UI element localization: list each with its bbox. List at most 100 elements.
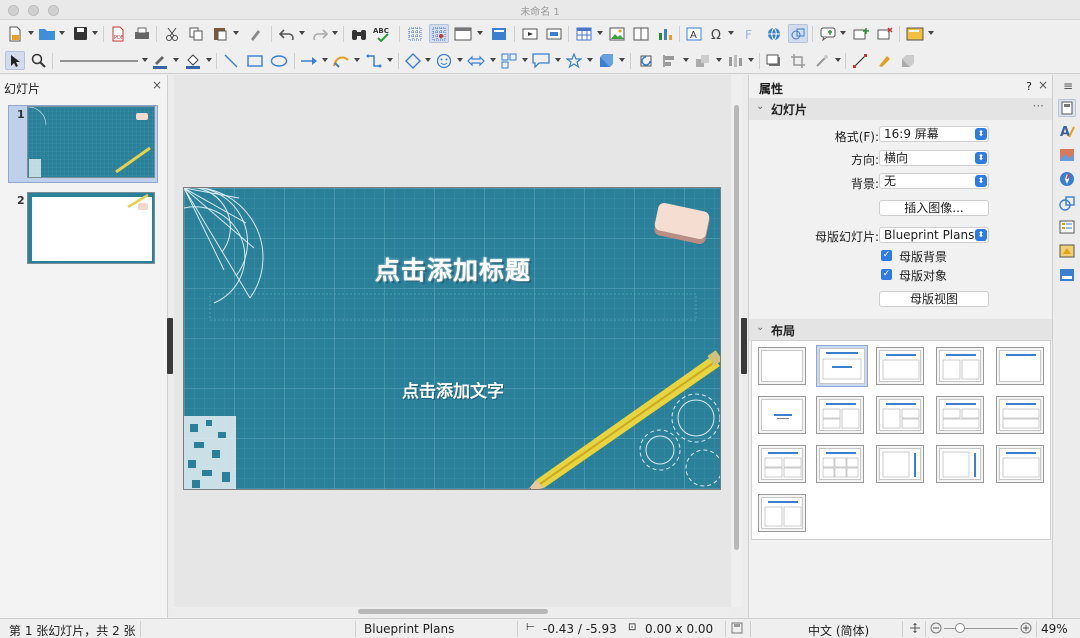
styles-deck-icon[interactable]: A [1058,122,1076,140]
sidebar-collapse-handle[interactable] [741,318,747,374]
fill-color-icon[interactable] [183,51,203,70]
gallery-deck-icon[interactable] [1058,146,1076,164]
language-status[interactable]: 中文 (简体) [808,622,869,638]
flowchart-icon[interactable] [499,51,519,70]
save-icon[interactable] [70,24,90,43]
arrange-icon[interactable] [693,51,713,70]
layout-section-header[interactable]: ⌄ 布局 [749,319,1052,341]
master-slide-select[interactable]: Blueprint Plans ⬍ [879,227,989,243]
start-from-current-icon[interactable] [544,24,564,43]
toggle-extrusion-icon[interactable] [898,51,918,70]
background-select[interactable]: 无 ⬍ [879,173,989,189]
curve-dropdown-icon[interactable] [354,58,360,62]
filter-dropdown-icon[interactable] [835,58,841,62]
deck-menu-icon[interactable]: ≡ [1059,77,1077,95]
clone-formatting-icon[interactable] [245,24,265,43]
new-document-icon[interactable] [5,24,25,43]
arrow-dropdown-icon[interactable] [322,58,328,62]
zoom-slider-thumb[interactable] [955,623,965,633]
slide-thumbnail-1-preview[interactable] [27,106,155,178]
align-dropdown-icon[interactable] [683,58,689,62]
insert-table-icon[interactable] [574,24,594,43]
arrow-line-icon[interactable] [299,51,319,70]
save-dropdown-icon[interactable] [92,31,98,35]
vertical-scroll-thumb[interactable] [734,105,739,550]
arrange-dropdown-icon[interactable] [716,58,722,62]
help-icon[interactable]: ? [1026,80,1032,93]
line-tool-icon[interactable] [221,51,241,70]
rectangle-tool-icon[interactable] [245,51,265,70]
layout-title-2content-content[interactable] [816,396,864,434]
export-pdf-icon[interactable]: PDF [108,24,128,43]
symbol-shapes-icon[interactable] [434,51,454,70]
filter-icon[interactable] [812,51,832,70]
line-color-dropdown-icon[interactable] [173,58,179,62]
insert-textbox-icon[interactable]: A [684,24,704,43]
special-character-icon[interactable]: Ω [707,24,727,43]
shapes-deck-icon[interactable] [1058,194,1076,212]
find-replace-icon[interactable] [349,24,369,43]
distribute-dropdown-icon[interactable] [748,58,754,62]
master-background-checkbox[interactable]: ✓ [881,250,892,261]
navigator-deck-icon[interactable] [1058,170,1076,188]
slide-thumbnail-2-preview[interactable] [27,192,155,264]
select-arrow-icon[interactable] [5,51,25,70]
3d-dropdown-icon[interactable] [619,58,625,62]
layout-title-vertical-text[interactable] [996,445,1044,483]
title-placeholder[interactable]: 点击添加标题 [184,251,720,287]
layout-title-only[interactable] [996,347,1044,385]
paste-dropdown-icon[interactable] [233,31,239,35]
new-dropdown-icon[interactable] [28,31,34,35]
layout-title-two-content[interactable] [936,347,984,385]
callout-shapes-icon[interactable] [531,51,551,70]
zoom-level-status[interactable]: 49% [1041,622,1068,636]
comment-dropdown-icon[interactable] [840,31,846,35]
redo-icon[interactable] [310,24,330,43]
layout-centered-text[interactable] [758,396,806,434]
master-name-status[interactable]: Blueprint Plans [364,622,454,636]
fill-color-dropdown-icon[interactable] [206,58,212,62]
master-slides-deck-icon[interactable] [1058,266,1076,284]
slide-section-header[interactable]: ⌄ 幻灯片 ··· [749,98,1052,120]
layout-title-2content-over[interactable] [936,396,984,434]
fit-slide-icon[interactable] [909,622,921,637]
star-dropdown-icon[interactable] [587,58,593,62]
ellipse-tool-icon[interactable] [269,51,289,70]
display-grid-icon[interactable] [405,24,425,43]
insert-comment-icon[interactable] [818,24,838,43]
curve-tool-icon[interactable] [331,51,351,70]
properties-deck-icon[interactable] [1058,99,1076,117]
format-select[interactable]: 16:9 屏幕 ⬍ [879,126,989,142]
spelling-icon[interactable]: ABC [373,24,393,43]
animation-deck-icon[interactable] [1058,218,1076,236]
callout-dropdown-icon[interactable] [555,58,561,62]
basic-shapes-icon[interactable] [403,51,423,70]
start-from-first-icon[interactable] [520,24,540,43]
layout-title-6content[interactable] [816,445,864,483]
insert-image-icon[interactable] [607,24,627,43]
fontwork-icon[interactable]: F [740,24,760,43]
zoom-pan-icon[interactable] [29,51,49,70]
undo-icon[interactable] [277,24,297,43]
insert-image-button[interactable]: 插入图像... [879,200,989,216]
connector-dropdown-icon[interactable] [387,58,393,62]
layout-title-vertical-2text[interactable] [758,494,806,532]
shadow-icon[interactable] [764,51,784,70]
hyperlink-icon[interactable] [764,24,784,43]
snap-to-grid-icon[interactable] [429,24,449,43]
horizontal-scroll-thumb[interactable] [358,609,548,614]
flowchart-dropdown-icon[interactable] [522,58,528,62]
insert-media-icon[interactable] [631,24,651,43]
display-views-icon[interactable] [453,24,473,43]
block-arrows-icon[interactable] [466,51,486,70]
layout-title-4content[interactable] [758,445,806,483]
open-dropdown-icon[interactable] [59,31,65,35]
properties-close-icon[interactable]: × [1038,78,1048,92]
current-slide[interactable]: 点击添加标题 点击添加文字 [183,187,721,490]
layout-title-slide[interactable] [816,345,868,387]
document-modified-icon[interactable] [731,622,743,637]
line-style-dropdown-icon[interactable] [142,58,148,62]
cut-icon[interactable] [162,24,182,43]
symbol-shapes-dropdown-icon[interactable] [457,58,463,62]
horizontal-scrollbar[interactable] [174,607,731,617]
